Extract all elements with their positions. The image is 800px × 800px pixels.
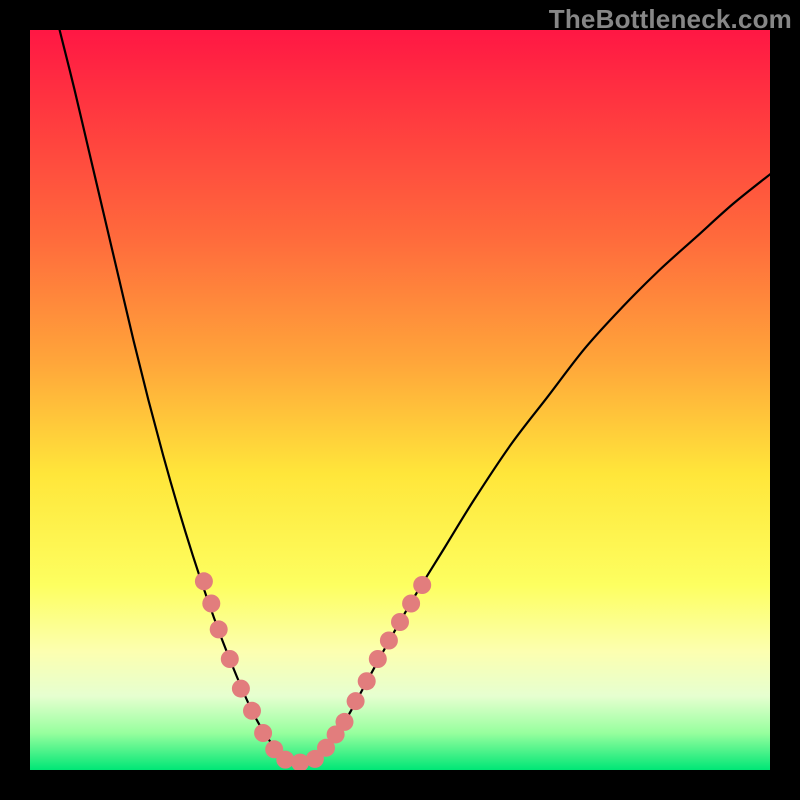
- marker-point: [232, 680, 250, 698]
- outer-frame: TheBottleneck.com: [0, 0, 800, 800]
- marker-point: [336, 713, 354, 731]
- marker-point: [402, 595, 420, 613]
- marker-point: [210, 620, 228, 638]
- marker-point: [243, 702, 261, 720]
- marker-point: [369, 650, 387, 668]
- marker-point: [254, 724, 272, 742]
- marker-point: [391, 613, 409, 631]
- marker-point: [221, 650, 239, 668]
- marker-point: [413, 576, 431, 594]
- marker-point: [202, 595, 220, 613]
- chart-svg: [30, 30, 770, 770]
- marker-point: [347, 692, 365, 710]
- marker-point: [358, 672, 376, 690]
- plot-area: [30, 30, 770, 770]
- marker-point: [195, 572, 213, 590]
- marker-point: [380, 632, 398, 650]
- gradient-background: [30, 30, 770, 770]
- marker-point: [276, 751, 294, 769]
